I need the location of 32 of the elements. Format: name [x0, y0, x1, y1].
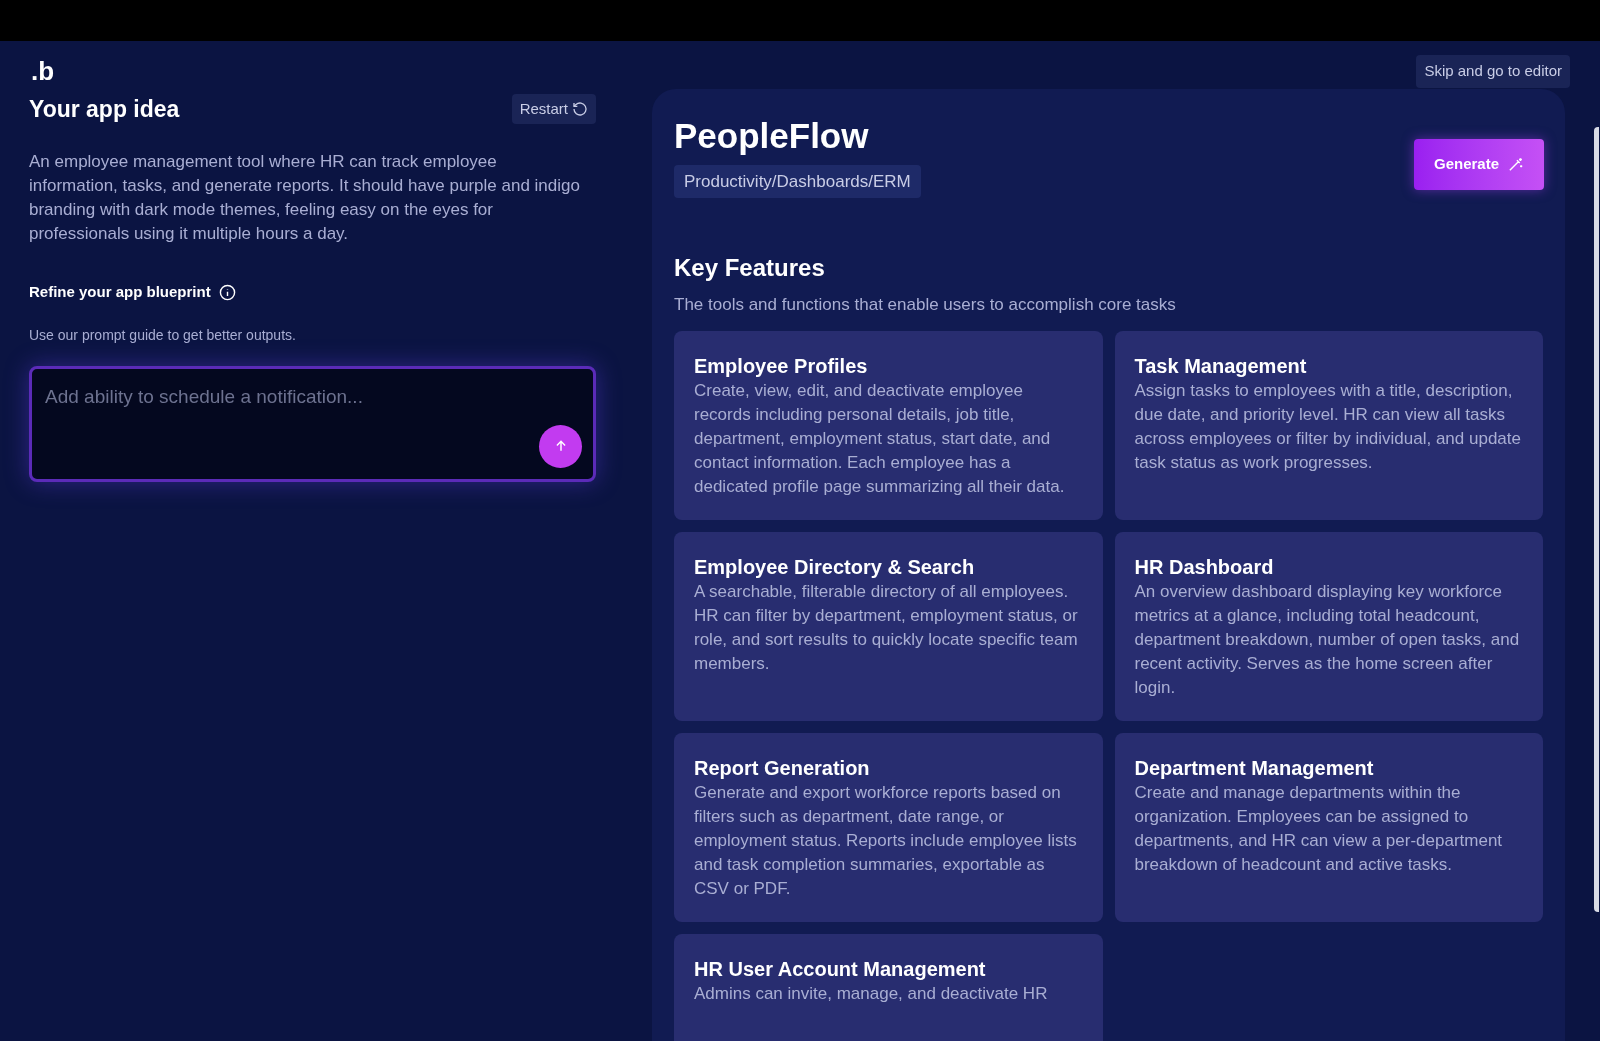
refine-label: Refine your app blueprint — [29, 282, 211, 302]
info-icon — [218, 283, 236, 301]
feature-title: Task Management — [1134, 353, 1308, 379]
hint-text: Use our prompt guide to get better outputs. — [29, 325, 297, 345]
send-button[interactable] — [539, 424, 582, 468]
feature-description: Generate and export workforce reports based on filters such as department, date range, or employment status. Reports include employee lists and task completion summaries, exportable as CSV or PDF. — [694, 781, 1078, 900]
idea-description: An employee management tool where HR can track employee information, tasks, and generate reports. It should have purple and indigo branding with dark mode themes, feeling easy on the eyes for professionals using it multiple hours a day. — [29, 151, 581, 245]
generate-button[interactable]: Generate — [1414, 138, 1544, 190]
feature-description: An overview dashboard displaying key workforce metrics at a glance, including total headcount, department breakdown, number of open tasks, and recent activity. Serves as the home screen after login. — [1134, 580, 1521, 699]
magic-wand-icon — [1507, 155, 1524, 173]
feature-description: Admins can invite, manage, and deactivate HR — [694, 982, 1049, 1005]
skip-editor-button[interactable]: Skip and go to editor — [1416, 55, 1570, 88]
feature-description: Assign tasks to employees with a title, description, due date, and priority level. HR can view all tasks across employees or filter by individual, and update task status as work progresses. — [1134, 379, 1522, 474]
feature-description: A searchable, filterable directory of all employees. HR can filter by department, employment status, or role, and sort results to quickly locate specific team members. — [694, 580, 1079, 675]
restart-button[interactable]: Restart — [511, 93, 596, 124]
prompt-field[interactable]: Add ability to schedule a notification... — [32, 368, 593, 479]
feature-title: Report Generation — [694, 755, 871, 781]
feature-title: Employee Profiles — [694, 353, 869, 379]
feature-title: HR User Account Management — [694, 956, 987, 982]
logo: .b — [31, 58, 55, 85]
category-tag: Productivity/Dashboards/ERM — [674, 164, 921, 198]
feature-description: Create and manage departments within the organization. Employees can be assigned to departments, and HR can view a per-department breakdown of headcount and active tasks. — [1134, 781, 1504, 876]
feature-title: Department Management — [1134, 755, 1375, 781]
feature-title: Employee Directory & Search — [694, 554, 976, 580]
section-subtitle: The tools and functions that enable users to accomplish core tasks — [674, 294, 1177, 316]
app-name: PeopleFlow — [674, 114, 869, 157]
feature-description: Create, view, edit, and deactivate employee records including personal details, job title, department, employment status, start date, and contact information. Each employee has a dedicated profile page summarizing all their data. — [694, 379, 1066, 498]
restart-icon — [572, 100, 588, 117]
scrollbar[interactable] — [1594, 127, 1599, 912]
feature-title: HR Dashboard — [1134, 554, 1275, 580]
section-title: Your app idea — [29, 94, 180, 124]
section-title: Key Features — [674, 253, 826, 283]
